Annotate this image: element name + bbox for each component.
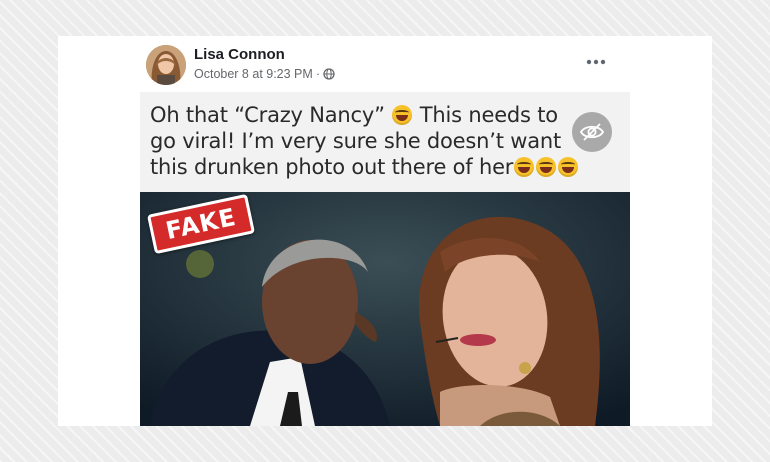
meme-line-1b: This needs to (419, 103, 558, 127)
post-timestamp[interactable]: October 8 at 9:23 PM (194, 67, 313, 81)
laughing-emoji-icon (536, 157, 557, 177)
meme-line-2: go viral! I’m very sure she doesn’t want (150, 129, 562, 153)
laughing-emoji-icon (514, 157, 535, 177)
more-options-icon[interactable] (582, 52, 610, 72)
laughing-emoji-icon (392, 105, 413, 125)
facebook-post-card: Lisa Connon October 8 at 9:23 PM · Oh th… (58, 36, 712, 426)
author-name[interactable]: Lisa Connon (194, 46, 285, 63)
globe-icon[interactable] (323, 68, 335, 80)
post-meta: October 8 at 9:23 PM · (194, 67, 335, 81)
meme-line-3: this drunken photo out there of her (150, 155, 514, 179)
eye-slash-icon[interactable] (572, 112, 612, 152)
meme-caption: Oh that “Crazy Nancy” This needs to go v… (150, 102, 620, 180)
meme-line-1a: Oh that “Crazy Nancy” (150, 103, 385, 127)
avatar[interactable] (146, 45, 186, 85)
post-image[interactable]: Oh that “Crazy Nancy” This needs to go v… (140, 92, 630, 426)
fake-stamp-label: FAKE (163, 202, 239, 246)
laughing-emoji-icon (558, 157, 579, 177)
meta-separator: · (315, 67, 320, 81)
meme-photo: FAKE (140, 192, 630, 426)
